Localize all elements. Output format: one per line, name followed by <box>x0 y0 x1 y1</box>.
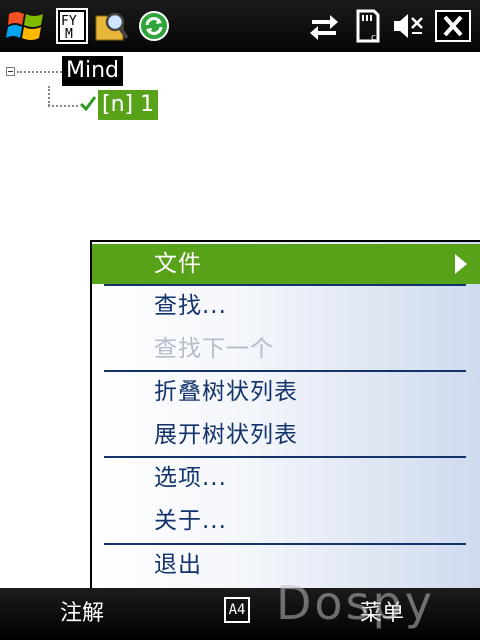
left-softkey-button[interactable]: 注解 <box>60 588 104 640</box>
menu-item-label: 关于... <box>154 508 227 534</box>
connectivity-icon[interactable] <box>306 6 342 46</box>
sync-icon[interactable] <box>136 6 172 46</box>
tree-root-node[interactable]: Mind <box>62 56 124 86</box>
tree-child-node[interactable]: [n] 1 <box>98 90 159 120</box>
search-app-icon[interactable] <box>92 6 132 46</box>
tree-connector <box>48 86 50 106</box>
input-panel-icon[interactable]: A4 <box>224 597 250 623</box>
status-bar: FY M c <box>0 0 480 52</box>
menu-item-label: 折叠树状列表 <box>154 379 298 405</box>
menu-item-about[interactable]: 关于... <box>92 501 480 541</box>
menu-item-label: 查找下一个 <box>154 336 274 362</box>
menu-item-label: 查找... <box>154 293 227 319</box>
menu-item-expand-tree[interactable]: 展开树状列表 <box>92 415 480 455</box>
tree-connector <box>17 71 62 73</box>
menu-item-file[interactable]: 文件 <box>92 244 480 284</box>
context-menu: 文件 查找... 查找下一个 折叠树状列表 展开树状列表 选项... 关于...… <box>90 240 480 590</box>
menu-item-label: 选项... <box>154 465 227 491</box>
menu-item-label: 展开树状列表 <box>154 422 298 448</box>
tree-connector <box>48 105 78 107</box>
close-icon <box>435 10 471 42</box>
tree-expander-icon[interactable] <box>6 67 15 76</box>
windows-start-icon[interactable] <box>2 6 50 46</box>
watermark: Dospy <box>276 576 435 630</box>
menu-item-find-next: 查找下一个 <box>92 329 480 369</box>
speaker-muted-icon[interactable] <box>390 6 426 46</box>
check-icon <box>79 96 97 111</box>
svg-text:c: c <box>371 33 376 43</box>
fym-app-icon[interactable]: FY M <box>54 6 90 46</box>
close-button[interactable] <box>432 6 474 46</box>
submenu-arrow-icon <box>455 254 467 274</box>
menu-item-label: 退出 <box>154 552 202 578</box>
menu-item-options[interactable]: 选项... <box>92 458 480 498</box>
svg-text:M: M <box>65 27 73 42</box>
menu-item-label: 文件 <box>154 251 202 277</box>
menu-item-collapse-tree[interactable]: 折叠树状列表 <box>92 372 480 412</box>
menu-item-find[interactable]: 查找... <box>92 286 480 326</box>
sd-card-icon[interactable]: c <box>350 6 384 46</box>
